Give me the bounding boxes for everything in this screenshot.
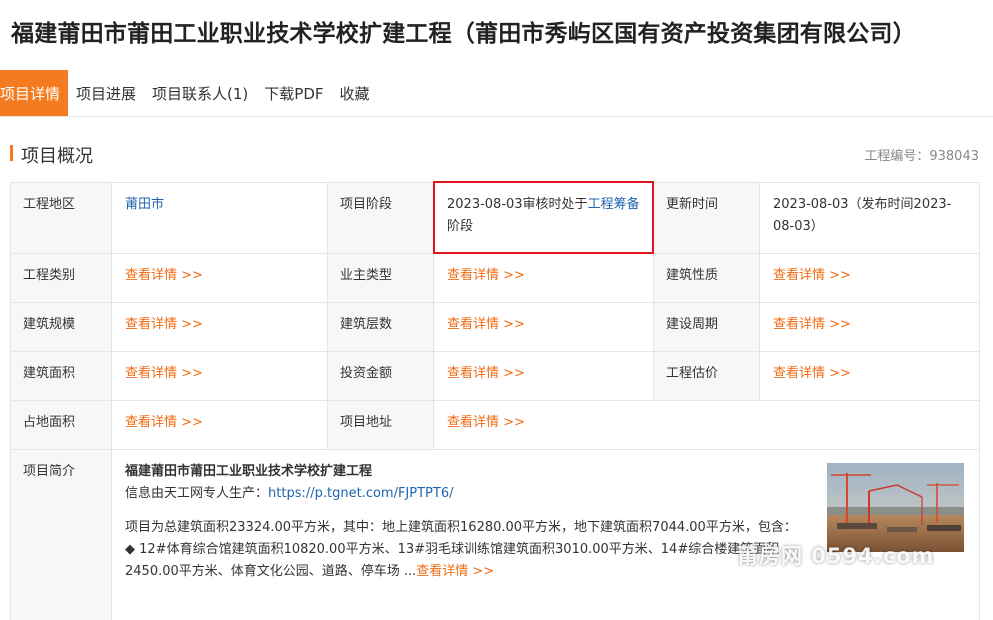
label-floors: 建筑层数 xyxy=(327,302,434,352)
view-details-link[interactable]: 查看详情 >> xyxy=(447,317,525,332)
table-row: 占地面积 查看详情 >> 项目地址 查看详情 >> xyxy=(10,400,980,450)
section-title: 项目概况 xyxy=(21,146,93,167)
view-details-link[interactable]: 查看详情 >> xyxy=(773,317,851,332)
view-details-link[interactable]: 查看详情 >> xyxy=(447,415,525,430)
label-scale: 建筑规模 xyxy=(10,302,112,352)
construction-image xyxy=(827,463,964,552)
label-intro: 项目简介 xyxy=(10,449,112,620)
table-row: 建筑规模 查看详情 >> 建筑层数 查看详情 >> 建设周期 查看详情 >> xyxy=(10,302,980,352)
region-link[interactable]: 莆田市 xyxy=(125,197,164,212)
label-owner-type: 业主类型 xyxy=(327,253,434,303)
view-details-link[interactable]: 查看详情 >> xyxy=(125,268,203,283)
table-row: 建筑面积 查看详情 >> 投资金额 查看详情 >> 工程估价 查看详情 >> xyxy=(10,351,980,401)
view-details-link[interactable]: 查看详情 >> xyxy=(447,268,525,283)
label-period: 建设周期 xyxy=(653,302,760,352)
label-nature: 建筑性质 xyxy=(653,253,760,303)
tab-project-progress[interactable]: 项目进展 xyxy=(68,70,144,116)
intro-source-label: 信息由天工网专人生产： xyxy=(125,486,269,501)
tab-favorite[interactable]: 收藏 xyxy=(332,70,378,116)
tab-download-pdf[interactable]: 下载PDF xyxy=(256,70,331,116)
label-category: 工程类别 xyxy=(10,253,112,303)
stage-value: 2023-08-03审核时处于工程筹备阶段 xyxy=(433,182,654,254)
update-time-value: 2023-08-03（发布时间2023-08-03） xyxy=(759,182,980,254)
intro-title: 福建莆田市莆田工业职业技术学校扩建工程 xyxy=(125,464,373,479)
view-details-link[interactable]: 查看详情 >> xyxy=(125,366,203,381)
intro-view-more-link[interactable]: 查看详情 >> xyxy=(416,564,494,579)
label-area: 建筑面积 xyxy=(10,351,112,401)
label-investment: 投资金额 xyxy=(327,351,434,401)
tab-divider xyxy=(0,116,993,117)
label-stage: 项目阶段 xyxy=(327,182,434,254)
intro-paragraph: 项目为总建筑面积23324.00平方米，其中：地上建筑面积16280.00平方米… xyxy=(125,520,797,535)
table-row: 工程地区 莆田市 项目阶段 2023-08-03审核时处于工程筹备阶段 更新时间… xyxy=(10,182,980,254)
label-region: 工程地区 xyxy=(10,182,112,254)
label-estimate: 工程估价 xyxy=(653,351,760,401)
tab-project-details[interactable]: 项目详情 xyxy=(0,70,69,116)
intro-source-link[interactable]: https://p.tgnet.com/FJPTPT6/ xyxy=(268,486,453,501)
intro-cell: 福建莆田市莆田工业职业技术学校扩建工程 信息由天工网专人生产：https://p… xyxy=(111,449,980,620)
section-header: 项目概况 工程编号：938043 xyxy=(10,142,979,167)
label-update-time: 更新时间 xyxy=(653,182,760,254)
table-row: 工程类别 查看详情 >> 业主类型 查看详情 >> 建筑性质 查看详情 >> xyxy=(10,253,980,303)
project-number: 工程编号：938043 xyxy=(864,149,979,164)
construction-site-photo[interactable] xyxy=(827,463,964,552)
view-details-link[interactable]: 查看详情 >> xyxy=(125,415,203,430)
view-details-link[interactable]: 查看详情 >> xyxy=(125,317,203,332)
label-address: 项目地址 xyxy=(327,400,434,450)
page-title: 福建莆田市莆田工业职业技术学校扩建工程（莆田市秀屿区国有资产投资集团有限公司） xyxy=(11,21,916,47)
table-row: 项目简介 福建莆田市莆田工业职业技术学校扩建工程 信息由天工网专人生产：http… xyxy=(10,449,980,620)
view-details-link[interactable]: 查看详情 >> xyxy=(773,268,851,283)
tab-project-contacts[interactable]: 项目联系人(1) xyxy=(144,70,256,116)
view-details-link[interactable]: 查看详情 >> xyxy=(773,366,851,381)
stage-link[interactable]: 工程筹备 xyxy=(588,197,640,212)
label-land-area: 占地面积 xyxy=(10,400,112,450)
site-watermark: 莆房网 0594.com xyxy=(737,544,935,568)
view-details-link[interactable]: 查看详情 >> xyxy=(447,366,525,381)
tab-bar: 项目详情 项目进展 项目联系人(1) 下载PDF 收藏 xyxy=(0,70,378,116)
section-accent-bar xyxy=(10,145,13,161)
